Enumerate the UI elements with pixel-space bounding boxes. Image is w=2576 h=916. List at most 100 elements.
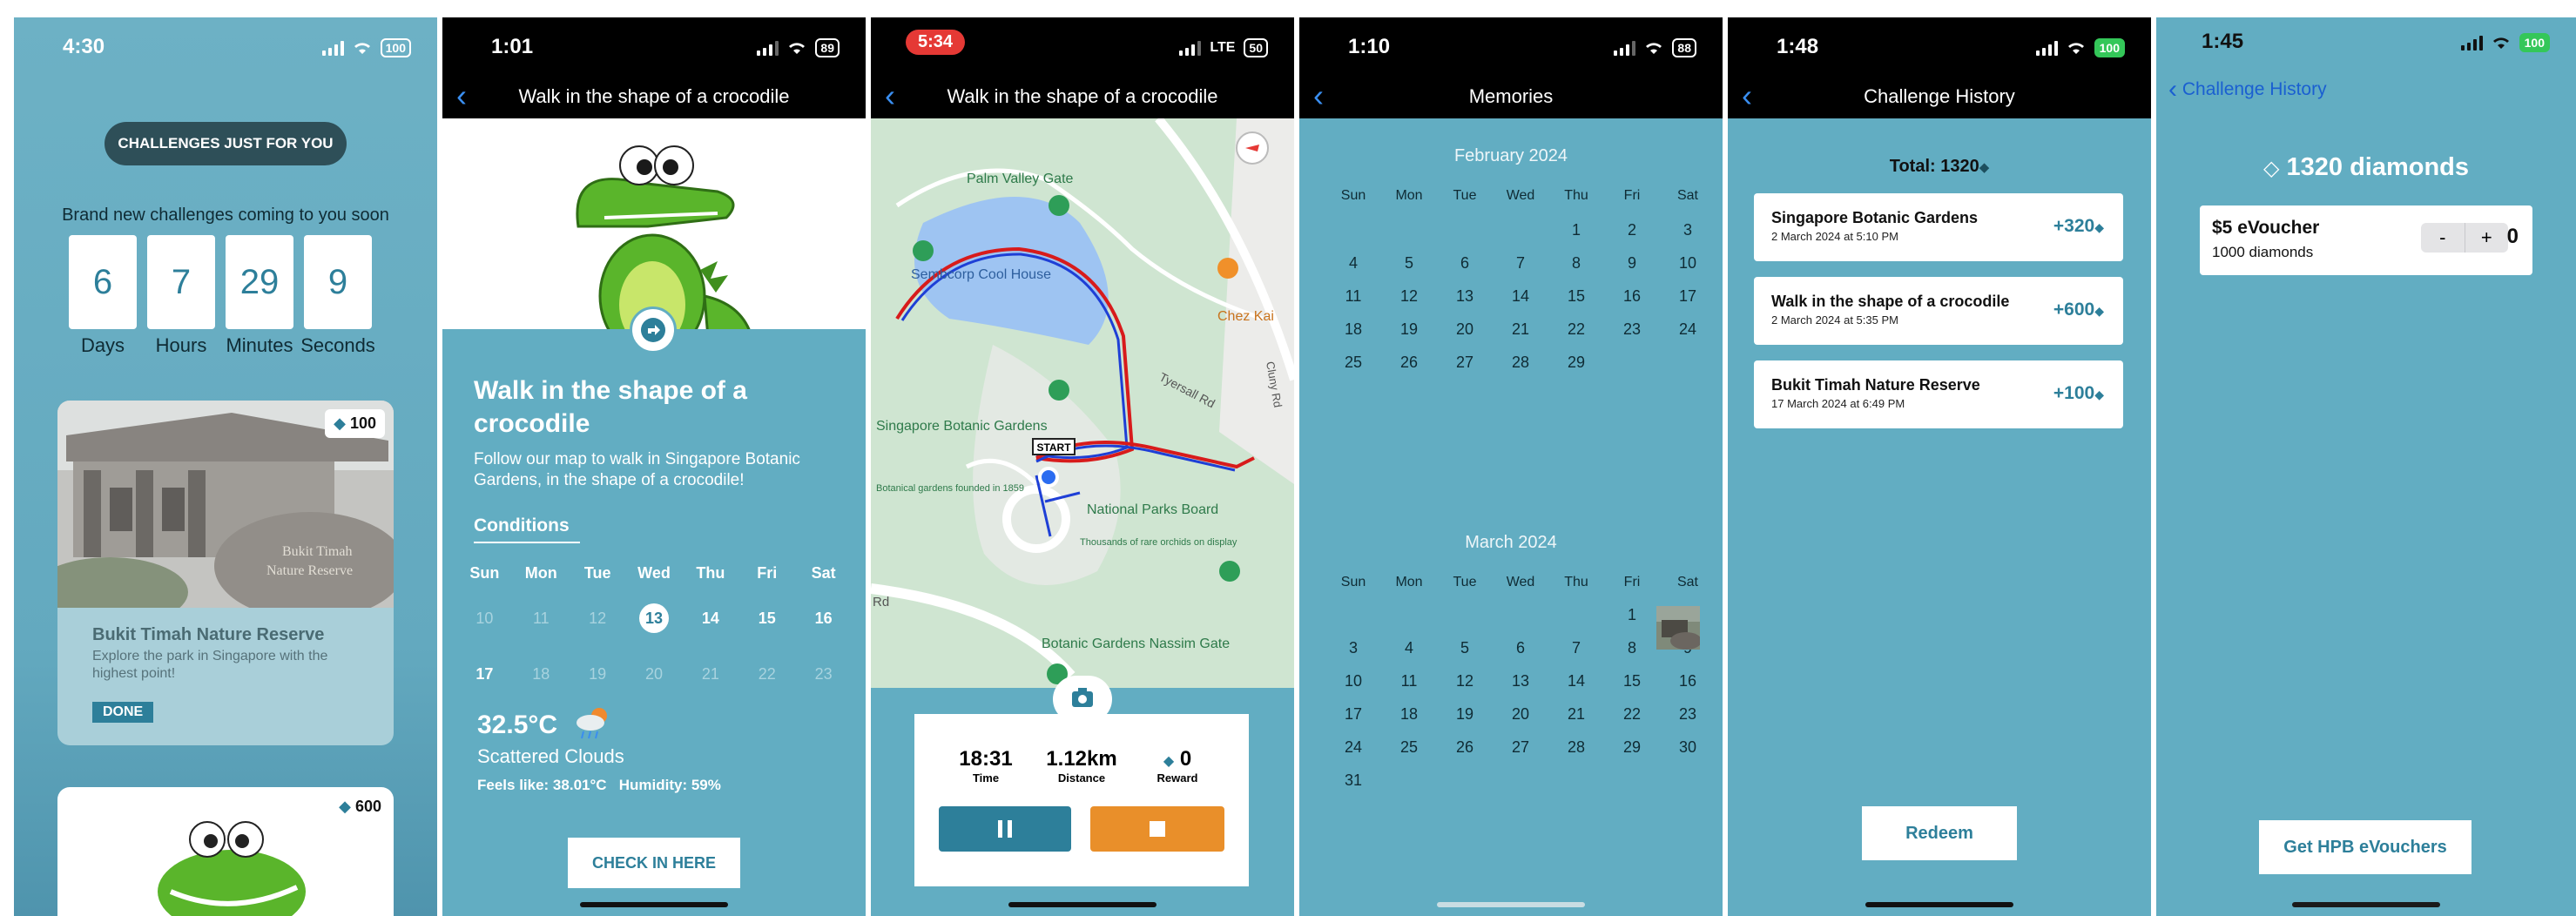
weather-details: Feels like: 38.01°C Humidity: 59% [477,777,721,794]
calendar-day[interactable]: 16 [795,610,852,633]
calendar-day[interactable]: 14 [682,610,738,633]
calendar-day[interactable]: 11 [1325,287,1381,306]
calendar-day[interactable]: 25 [1381,738,1437,757]
calendar-day[interactable]: 14 [1548,672,1604,690]
weekday: Tue [1453,575,1477,589]
history-item[interactable]: Walk in the shape of a crocodile 2 March… [1754,277,2123,345]
current-location-dot [1038,467,1059,488]
calendar-day[interactable]: 21 [1548,705,1604,724]
calendar-day[interactable]: 17 [1660,287,1716,306]
countdown-seconds: 9 [304,235,372,329]
calendar-day[interactable]: 12 [1437,672,1493,690]
check-in-button[interactable]: CHECK IN HERE [568,838,740,888]
stop-icon [1150,821,1165,837]
calendar-day[interactable]: 26 [1437,738,1493,757]
calendar-day[interactable]: 20 [1437,320,1493,339]
get-vouchers-button[interactable]: Get HPB eVouchers [2259,820,2471,874]
memory-photo-thumbnail[interactable] [1656,606,1700,650]
calendar-day[interactable]: 5 [1381,254,1437,273]
calendar-day[interactable]: 10 [1325,672,1381,690]
calendar-day[interactable]: 28 [1493,354,1548,372]
calendar-day[interactable]: 22 [1548,320,1604,339]
calendar-week: 24 25 26 27 28 29 30 [1325,738,1716,757]
calendar-day[interactable]: 24 [1325,738,1381,757]
temperature: 32.5°C [477,711,558,739]
calendar-day[interactable]: 18 [1325,320,1381,339]
calendar-day[interactable]: 3 [1660,221,1716,239]
calendar-day[interactable]: 16 [1604,287,1660,306]
calendar-day[interactable]: 21 [1493,320,1548,339]
increment-button[interactable]: + [2465,223,2509,253]
calendar-day[interactable]: 2 [1604,221,1660,239]
calendar-day[interactable]: 3 [1325,639,1381,657]
calendar-day[interactable]: 4 [1381,639,1437,657]
stop-button[interactable] [1090,806,1224,852]
calendar-day[interactable]: 27 [1493,738,1548,757]
calendar-empty-cell [1381,606,1437,624]
feels-like: Feels like: 38.01°C [477,777,607,793]
calendar-day[interactable]: 7 [1548,639,1604,657]
calendar-day[interactable]: 19 [1381,320,1437,339]
calendar-day[interactable]: 19 [1437,705,1493,724]
decrement-button[interactable]: - [2421,223,2465,253]
calendar-day[interactable]: 31 [1325,771,1381,790]
calendar-day[interactable]: 26 [1381,354,1437,372]
calendar-day[interactable]: 30 [1660,738,1716,757]
calendar-day[interactable]: 14 [1493,287,1548,306]
back-link[interactable]: ‹ Challenge History [2168,75,2327,104]
voucher-cost: 1000 diamonds [2212,244,2314,260]
calendar-day[interactable]: 17 [1325,705,1381,724]
calendar-day[interactable]: 15 [738,610,795,633]
navigate-button[interactable] [630,306,677,354]
calendar-day[interactable]: 18 [1381,705,1437,724]
redeem-button[interactable]: Redeem [1862,806,2017,860]
signal-icon [2035,40,2058,56]
calendar-week: 31 [1325,771,1716,790]
challenge-card-bukit-timah[interactable]: Bukit Timah Nature Reserve ◆ 100 Bukit T… [57,401,394,745]
status-time: 5:34 [918,32,954,51]
calendar-day[interactable]: 24 [1660,320,1716,339]
diamond-icon: ◆ [2094,220,2104,234]
calendar-day[interactable]: 1 [1604,606,1660,624]
calendar-day[interactable]: 17 [456,665,513,684]
calendar-day[interactable]: 27 [1437,354,1493,372]
calendar-day[interactable]: 6 [1493,639,1548,657]
calendar-day[interactable]: 20 [1493,705,1548,724]
calendar-day[interactable]: 13 [1493,672,1548,690]
map-view[interactable]: START Palm Valley Gate Sembcorp Cool Hou… [871,118,1294,693]
calendar-day[interactable]: 15 [1548,287,1604,306]
calendar-day[interactable]: 16 [1660,672,1716,690]
history-item[interactable]: Bukit Timah Nature Reserve 17 March 2024… [1754,360,2123,428]
calendar-day[interactable]: 29 [1604,738,1660,757]
calendar-day[interactable]: 1 [1548,221,1604,239]
calendar-day[interactable]: 5 [1437,639,1493,657]
calendar-day[interactable]: 9 [1604,254,1660,273]
weekday-header: Sun Mon Tue Wed Thu Fri Sat [1325,188,1716,204]
challenge-card-crocodile[interactable]: ◆ 600 [57,787,394,916]
pause-button[interactable] [939,806,1071,852]
nav-title: Challenge History [1864,85,2015,107]
calendar-day[interactable]: 28 [1548,738,1604,757]
calendar-day[interactable]: 8 [1604,639,1660,657]
weekday: Fri [1623,188,1641,203]
calendar-day[interactable]: 8 [1548,254,1604,273]
calendar-day[interactable]: 11 [1381,672,1437,690]
calendar-day[interactable]: 25 [1325,354,1381,372]
calendar-day[interactable]: 12 [1381,287,1437,306]
stat-time: 18:31 Time [951,747,1021,785]
calendar-day[interactable]: 23 [1604,320,1660,339]
calendar-day[interactable]: 6 [1437,254,1493,273]
calendar-day[interactable]: 7 [1493,254,1548,273]
status-time: 1:48 [1777,35,1819,58]
calendar-day-today[interactable]: 13 [626,603,683,633]
calendar-day[interactable]: 10 [1660,254,1716,273]
calendar-empty-cell [1325,221,1381,239]
calendar-day[interactable]: 23 [1660,705,1716,724]
calendar-day[interactable]: 29 [1548,354,1604,372]
calendar-day[interactable]: 4 [1325,254,1381,273]
calendar-day[interactable]: 22 [1604,705,1660,724]
calendar-day[interactable]: 15 [1604,672,1660,690]
history-item[interactable]: Singapore Botanic Gardens 2 March 2024 a… [1754,193,2123,261]
reward-value: +320 [2053,216,2095,236]
calendar-day[interactable]: 13 [1437,287,1493,306]
